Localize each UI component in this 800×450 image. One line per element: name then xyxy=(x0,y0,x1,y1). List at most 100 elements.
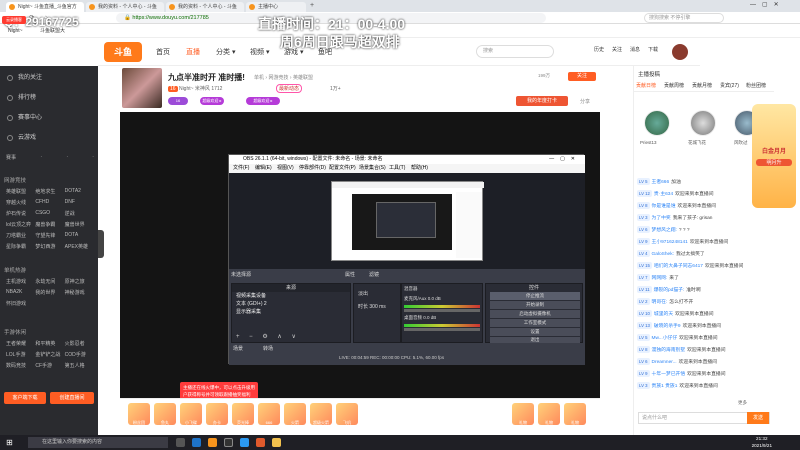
new-tab-icon[interactable]: + xyxy=(310,2,314,9)
category-link[interactable]: 守望先锋 xyxy=(35,232,64,239)
category-link[interactable]: APEX英雄 xyxy=(65,243,94,250)
category-link[interactable]: CSGO xyxy=(35,210,64,217)
follow-button[interactable]: 关注 xyxy=(568,72,596,81)
category-link[interactable]: 王者荣耀 xyxy=(6,340,35,347)
gift-item[interactable]: 礼物 xyxy=(564,403,586,425)
category-link[interactable]: 刀塔霸业 xyxy=(6,232,35,239)
category-link[interactable]: 怀旧游戏 xyxy=(6,300,35,307)
chat-message[interactable]: LV 3 贵族1 贵族1 欢迎来到本直播间 xyxy=(637,382,771,392)
chat-message[interactable]: LV 7 网网网: 来了 xyxy=(637,274,771,284)
browser-search-input[interactable]: 搜狗搜索 不停引擎 xyxy=(644,13,724,23)
chat-message[interactable]: LV 12 贵·主634 欢迎来到本直播间 xyxy=(637,190,771,200)
chat-message[interactable]: LV 10 城里的天 欢迎来到本直播间 xyxy=(637,310,771,320)
taskbar-search-input[interactable]: 在这里输入你要搜索的内容 xyxy=(28,437,168,448)
chat-nick[interactable]: 破晓的杀手9 xyxy=(654,324,681,329)
category-link[interactable]: 数码竞技 xyxy=(6,362,35,369)
chat-message[interactable]: LV 5 Mw...小仔仔 欢迎来到本直播间 xyxy=(637,334,771,344)
chat-nick[interactable]: Dreamner... xyxy=(652,360,677,365)
app-icon[interactable] xyxy=(240,438,249,447)
rank-avatar[interactable] xyxy=(644,110,670,136)
tab-fans[interactable]: 粉丝团榜 xyxy=(746,80,766,92)
nav-video[interactable]: 视频 ▾ xyxy=(250,47,269,57)
obs-menu-item[interactable]: 配置文件(P) xyxy=(329,164,356,173)
obs-volume-slider[interactable] xyxy=(404,328,480,331)
category-link[interactable]: 炉石传说 xyxy=(6,210,35,217)
sidebar-item-cloudgame[interactable]: 云游戏 xyxy=(4,132,94,144)
gift-item[interactable]: 小飞碟 xyxy=(180,403,202,425)
tab-daily[interactable]: 贡献日榜 xyxy=(636,80,656,92)
download-client-button[interactable]: 客户端下载 xyxy=(4,392,46,404)
obs-menu-item[interactable]: 工具(T) xyxy=(389,164,405,173)
category-link[interactable]: 火影忍者 xyxy=(65,340,94,347)
gift-item[interactable]: 超级火箭 xyxy=(310,403,332,425)
chat-nick[interactable]: 明哥在: xyxy=(652,300,668,305)
chat-message[interactable]: LV 9 十年一梦已开悟 欢迎来到本直播间 xyxy=(637,370,771,380)
chat-nick[interactable]: GaloShek: xyxy=(652,252,674,257)
tab-monthly[interactable]: 贡献月榜 xyxy=(692,80,712,92)
create-room-button[interactable]: 创建直播间 xyxy=(50,392,94,404)
browser-tab[interactable]: 我的资料 - 个人中心 - 斗鱼 xyxy=(166,2,244,12)
category-link[interactable]: 神秘游戏 xyxy=(65,289,94,296)
gift-item[interactable]: 办卡 xyxy=(206,403,228,425)
sidebar-icon-label[interactable]: · xyxy=(66,154,68,161)
gift-item[interactable]: 礼物 xyxy=(538,403,560,425)
obs-menu-item[interactable]: 帮助(H) xyxy=(411,164,428,173)
folder-icon[interactable] xyxy=(272,438,281,447)
obs-menu-item[interactable]: 视图(V) xyxy=(277,164,294,173)
obs-duration[interactable]: 时长 300 ms xyxy=(354,299,400,314)
chat-nick[interactable]: Mw...小仔仔 xyxy=(652,336,678,341)
category-link[interactable]: 第五人格 xyxy=(65,362,94,369)
obs-exit-button[interactable]: 退出 xyxy=(490,337,580,343)
browser-tab[interactable]: Night~ 斗鱼直播_斗鱼官方 xyxy=(6,2,84,12)
obs-tab-scenes[interactable]: 场景 xyxy=(233,345,243,352)
douyu-logo[interactable]: 斗鱼 xyxy=(104,42,142,62)
chat-message[interactable]: LV 13 破晓的杀手9 欢迎来到本直播间 xyxy=(637,322,771,332)
nav-live[interactable]: 直播 xyxy=(186,47,200,57)
download-icon[interactable]: 下载 xyxy=(648,46,658,53)
category-link[interactable]: 梦幻西游 xyxy=(35,243,64,250)
category-link[interactable]: 穿越火线 xyxy=(6,199,35,206)
chat-message[interactable]: LV 4 GaloShek: 我过太搞笑了 xyxy=(637,250,771,260)
anchor-name[interactable]: Night~ 米神风 xyxy=(179,86,210,92)
chat-message[interactable]: LV 6 梦想风之翔:? ? ? xyxy=(637,226,771,236)
chat-nick[interactable]: 贵族1 贵族1 xyxy=(652,384,678,389)
nav-home[interactable]: 首页 xyxy=(156,47,170,57)
chat-message[interactable]: LV 6 Dreamner... 欢迎来到本直播间 xyxy=(637,358,771,368)
user-avatar[interactable] xyxy=(672,44,688,60)
tab-weekly[interactable]: 贡献周榜 xyxy=(664,80,684,92)
tab-vip[interactable]: 贵宾(27) xyxy=(720,80,739,92)
obs-source-item[interactable]: 显示器采集 xyxy=(232,308,350,316)
category-link[interactable]: 逆战 xyxy=(65,210,94,217)
chat-send-button[interactable]: 发送 xyxy=(747,412,769,424)
category-link[interactable]: DOTA xyxy=(65,232,94,239)
gift-item[interactable]: 飞机 xyxy=(336,403,358,425)
chat-nick[interactable]: 梦想风之翔: xyxy=(652,228,677,233)
chat-message[interactable]: LV 5 王者666 加油 xyxy=(637,178,771,188)
category-link[interactable]: 星际争霸 xyxy=(6,243,35,250)
share-button[interactable]: 分享 xyxy=(580,98,590,105)
chat-nick[interactable]: 王小9716248141 xyxy=(652,240,688,245)
follow-icon[interactable]: 关注 xyxy=(612,46,622,53)
category-link[interactable]: 和平精英 xyxy=(35,340,64,347)
edge-icon[interactable] xyxy=(192,438,201,447)
task-view-icon[interactable] xyxy=(176,438,185,447)
chat-message[interactable]: LV 8 漫独的海南别墅 欢迎来到本直播间 xyxy=(637,346,771,356)
category-link[interactable]: CF手游 xyxy=(35,362,64,369)
room-hot-badge[interactable]: 最新动态 xyxy=(276,84,303,93)
gift-item[interactable]: 火箭 xyxy=(284,403,306,425)
obs-menu-item[interactable]: 文件(F) xyxy=(233,164,249,173)
anchor-post-label[interactable]: 主播投稿 xyxy=(638,70,660,78)
obs-filters-button[interactable]: 滤镜 xyxy=(369,271,379,278)
chat-nick[interactable]: 十年一梦已开悟 xyxy=(652,372,686,377)
obs-preview-canvas[interactable] xyxy=(229,173,585,269)
obs-settings-button[interactable]: 设置 xyxy=(490,328,580,336)
obs-studio-mode-button[interactable]: 工作室模式 xyxy=(490,319,580,327)
chat-message[interactable]: LV 9 王小9716248141 欢迎来到本直播间 xyxy=(637,238,771,248)
browser-tab[interactable]: 我的资料 - 个人中心 - 斗鱼 xyxy=(86,2,164,12)
browser-tab[interactable]: 主播中心 xyxy=(246,2,306,12)
chat-nick[interactable]: 王者666 xyxy=(652,180,670,185)
obs-transition-value[interactable]: 淡出 xyxy=(354,284,400,299)
category-link[interactable]: NBA2K xyxy=(6,289,35,296)
chat-nick[interactable]: 贵·主634 xyxy=(654,192,673,197)
category-link[interactable]: 主机游戏 xyxy=(6,278,35,285)
